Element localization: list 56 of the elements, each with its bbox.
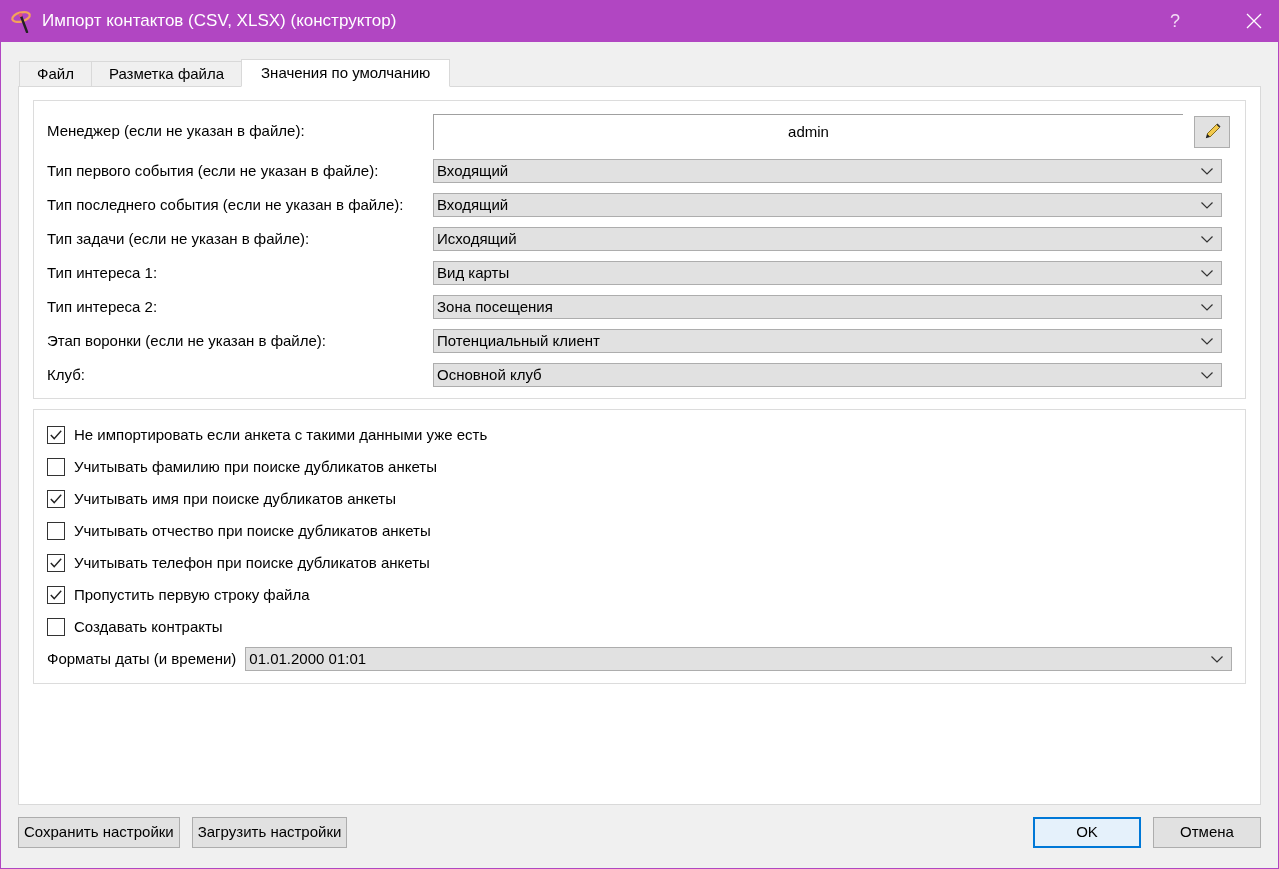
- edit-button[interactable]: [1194, 115, 1230, 148]
- tab[interactable]: Файл: [19, 61, 92, 87]
- field-label: Форматы даты (и времени): [47, 648, 237, 669]
- field-label: Тип последнего события (если не указан в файле):: [47, 194, 405, 215]
- chevron-down-icon: [1201, 201, 1213, 209]
- field-label: Клуб:: [47, 364, 86, 385]
- dropdown[interactable]: Вид карты: [433, 261, 1222, 285]
- checkbox-label: Пропустить первую строку файла: [74, 584, 310, 605]
- chevron-down-icon: [1201, 303, 1213, 311]
- chevron-down-icon: [1201, 167, 1213, 175]
- checkbox[interactable]: [47, 426, 65, 444]
- dropdown[interactable]: Основной клуб: [433, 363, 1222, 387]
- checkbox-label: Учитывать фамилию при поиске дубликатов анкеты: [74, 456, 437, 477]
- field-label: Тип задачи (если не указан в файле):: [47, 228, 311, 249]
- chevron-down-icon: [1201, 337, 1213, 345]
- chevron-down-icon: [1201, 235, 1213, 243]
- window-title: Импорт контактов (CSV, XLSX) (конструктор): [42, 10, 397, 33]
- checkmark-icon: [50, 590, 62, 600]
- checkbox[interactable]: [47, 490, 65, 508]
- chevron-down-icon: [1201, 371, 1213, 379]
- checkbox[interactable]: [47, 458, 65, 476]
- field-label: Тип интереса 1:: [47, 262, 159, 283]
- dropdown[interactable]: Зона посещения: [433, 295, 1222, 319]
- settings-button[interactable]: Сохранить настройки: [18, 817, 180, 848]
- dropdown[interactable]: Входящий: [433, 193, 1222, 217]
- checkmark-icon: [50, 494, 62, 504]
- field-label: Тип первого события (если не указан в файле):: [47, 160, 380, 181]
- dropdown[interactable]: Потенциальный клиент: [433, 329, 1222, 353]
- checkmark-icon: [50, 558, 62, 568]
- checkbox-label: Учитывать отчество при поиске дубликатов анкеты: [74, 520, 431, 541]
- checkbox-label: Учитывать телефон при поиске дубликатов анкеты: [74, 552, 430, 573]
- pencil-icon: [1203, 123, 1221, 140]
- checkmark-icon: [50, 430, 62, 440]
- dropdown[interactable]: Входящий: [433, 159, 1222, 183]
- field-label: Менеджер (если не указан в файле):: [47, 121, 306, 142]
- checkbox-label: Учитывать имя при поиске дубликатов анкеты: [74, 488, 397, 509]
- checkbox-label: Создавать контракты: [74, 616, 223, 637]
- checkbox[interactable]: [47, 554, 65, 572]
- app-icon: [10, 9, 34, 33]
- close-icon: [1246, 13, 1262, 29]
- settings-button[interactable]: Загрузить настройки: [191, 817, 348, 848]
- dialog-button[interactable]: Отмена: [1153, 817, 1261, 848]
- dropdown[interactable]: 01.01.2000 01:01: [245, 647, 1232, 671]
- tab[interactable]: Значения по умолчанию: [241, 59, 451, 87]
- field-label: Этап воронки (если не указан в файле):: [47, 330, 327, 351]
- chevron-down-icon: [1211, 655, 1223, 663]
- field-label: Тип интереса 2:: [47, 296, 159, 317]
- checkbox[interactable]: [47, 618, 65, 636]
- checkbox-label: Не импортировать если анкета с такими данными уже есть: [74, 424, 488, 445]
- input-field[interactable]: admin: [433, 113, 1183, 150]
- dropdown[interactable]: Исходящий: [433, 227, 1222, 251]
- checkbox[interactable]: [47, 586, 65, 604]
- help-button[interactable]: ?: [1164, 7, 1186, 35]
- dialog-button[interactable]: OK: [1033, 817, 1141, 848]
- chevron-down-icon: [1201, 269, 1213, 277]
- checkbox[interactable]: [47, 522, 65, 540]
